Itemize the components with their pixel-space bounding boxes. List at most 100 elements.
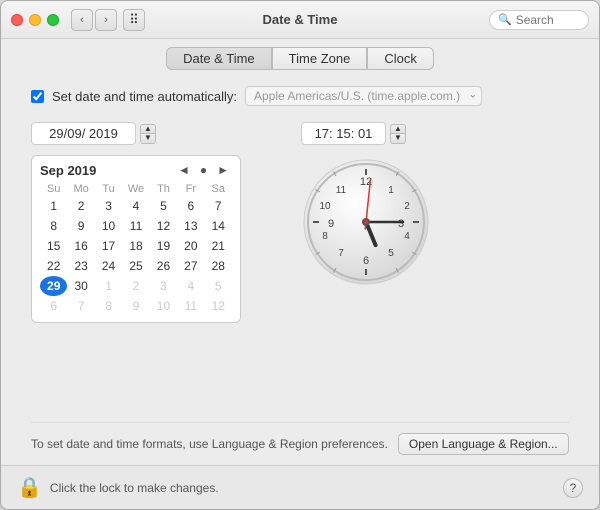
cal-header-mo: Mo — [67, 182, 94, 196]
lock-icon[interactable]: 🔒 — [17, 475, 42, 500]
footer: 🔒 Click the lock to make changes. ? — [1, 465, 599, 509]
auto-set-row: Set date and time automatically: Apple A… — [31, 86, 569, 106]
svg-text:4: 4 — [404, 231, 410, 242]
svg-text:9: 9 — [328, 218, 334, 230]
tab-clock[interactable]: Clock — [367, 47, 434, 70]
svg-text:3: 3 — [398, 218, 404, 230]
calendar-day[interactable]: 2 — [122, 276, 150, 296]
calendar-day[interactable]: 11 — [122, 216, 150, 236]
cal-header-we: We — [122, 182, 150, 196]
calendar-day[interactable]: 12 — [205, 296, 232, 316]
search-box[interactable]: 🔍 — [489, 10, 589, 30]
open-language-region-button[interactable]: Open Language & Region... — [398, 433, 569, 455]
content-area: Set date and time automatically: Apple A… — [1, 76, 599, 465]
calendar-day[interactable]: 6 — [40, 296, 67, 316]
calendar-day[interactable]: 10 — [95, 216, 122, 236]
date-field[interactable] — [31, 122, 136, 145]
maximize-button[interactable] — [47, 14, 59, 26]
bottom-section: To set date and time formats, use Langua… — [31, 422, 569, 455]
calendar-day[interactable]: 24 — [95, 256, 122, 276]
date-down-button[interactable]: ▼ — [140, 134, 156, 144]
calendar-day[interactable]: 4 — [122, 196, 150, 216]
time-up-button[interactable]: ▲ — [390, 124, 406, 134]
calendar-day[interactable]: 9 — [122, 296, 150, 316]
main-window: ‹ › ⠿ Date & Time 🔍 Date & Time Time Zon… — [0, 0, 600, 510]
svg-text:1: 1 — [388, 185, 394, 196]
time-down-button[interactable]: ▼ — [390, 134, 406, 144]
auto-set-label: Set date and time automatically: — [52, 89, 237, 104]
clock-section: ▲ ▼ — [301, 122, 431, 287]
calendar-day[interactable]: 1 — [95, 276, 122, 296]
close-button[interactable] — [11, 14, 23, 26]
calendar-day[interactable]: 21 — [205, 236, 232, 256]
calendar-day[interactable]: 14 — [205, 216, 232, 236]
calendar-prev-button[interactable]: ◄ — [175, 162, 193, 178]
server-dropdown[interactable]: Apple Americas/U.S. (time.apple.com.) — [245, 86, 482, 106]
calendar-day[interactable]: 22 — [40, 256, 67, 276]
svg-text:2: 2 — [404, 201, 410, 212]
calendar-day[interactable]: 3 — [95, 196, 122, 216]
calendar-day[interactable]: 10 — [150, 296, 177, 316]
calendar-week-row: 891011121314 — [40, 216, 232, 236]
cal-header-su: Su — [40, 182, 67, 196]
calendar-day[interactable]: 27 — [177, 256, 204, 276]
calendar-day[interactable]: 9 — [67, 216, 94, 236]
calendar-day[interactable]: 8 — [40, 216, 67, 236]
calendar-bullet: ● — [197, 162, 210, 178]
calendar-day[interactable]: 28 — [205, 256, 232, 276]
calendar-day[interactable]: 5 — [205, 276, 232, 296]
cal-header-tu: Tu — [95, 182, 122, 196]
auto-set-checkbox[interactable] — [31, 90, 44, 103]
server-dropdown-wrapper[interactable]: Apple Americas/U.S. (time.apple.com.) — [245, 86, 482, 106]
calendar-day[interactable]: 23 — [67, 256, 94, 276]
svg-text:11: 11 — [336, 185, 347, 196]
calendar-day[interactable]: 3 — [150, 276, 177, 296]
time-input-row: ▲ ▼ — [301, 122, 406, 145]
nav-buttons: ‹ › ⠿ — [71, 9, 145, 31]
calendar-week-row: 293012345 — [40, 276, 232, 296]
calendar-day[interactable]: 17 — [95, 236, 122, 256]
forward-button[interactable]: › — [95, 9, 117, 31]
calendar-day[interactable]: 16 — [67, 236, 94, 256]
calendar-day[interactable]: 25 — [122, 256, 150, 276]
calendar-day[interactable]: 7 — [67, 296, 94, 316]
calendar-day[interactable]: 2 — [67, 196, 94, 216]
search-input[interactable] — [516, 13, 586, 27]
calendar-week-row: 15161718192021 — [40, 236, 232, 256]
lock-text: Click the lock to make changes. — [50, 481, 219, 495]
cal-header-sa: Sa — [205, 182, 232, 196]
tab-time-zone[interactable]: Time Zone — [272, 47, 368, 70]
calendar-day[interactable]: 7 — [205, 196, 232, 216]
date-section: ▲ ▼ Sep 2019 ◄ ● ► — [31, 122, 241, 323]
calendar-week-row: 6789101112 — [40, 296, 232, 316]
calendar-day[interactable]: 4 — [177, 276, 204, 296]
minimize-button[interactable] — [29, 14, 41, 26]
calendar-day[interactable]: 29 — [40, 276, 67, 296]
grid-button[interactable]: ⠿ — [123, 9, 145, 31]
calendar-day[interactable]: 6 — [177, 196, 204, 216]
calendar-day[interactable]: 26 — [150, 256, 177, 276]
calendar-next-button[interactable]: ► — [214, 162, 232, 178]
calendar-day[interactable]: 12 — [150, 216, 177, 236]
time-stepper: ▲ ▼ — [390, 124, 406, 144]
date-up-button[interactable]: ▲ — [140, 124, 156, 134]
time-field[interactable] — [301, 122, 386, 145]
calendar-week-row: 22232425262728 — [40, 256, 232, 276]
calendar-day[interactable]: 19 — [150, 236, 177, 256]
calendar-day[interactable]: 5 — [150, 196, 177, 216]
svg-text:8: 8 — [322, 231, 328, 242]
calendar-day[interactable]: 30 — [67, 276, 94, 296]
calendar-day[interactable]: 18 — [122, 236, 150, 256]
calendar-day[interactable]: 20 — [177, 236, 204, 256]
calendar-day[interactable]: 15 — [40, 236, 67, 256]
back-button[interactable]: ‹ — [71, 9, 93, 31]
calendar-day[interactable]: 11 — [177, 296, 204, 316]
calendar-day[interactable]: 1 — [40, 196, 67, 216]
calendar-day[interactable]: 13 — [177, 216, 204, 236]
calendar-nav: ◄ ● ► — [175, 162, 232, 178]
titlebar: ‹ › ⠿ Date & Time 🔍 — [1, 1, 599, 39]
calendar-day[interactable]: 8 — [95, 296, 122, 316]
tab-date-time[interactable]: Date & Time — [166, 47, 272, 70]
help-button[interactable]: ? — [563, 478, 583, 498]
main-area: ▲ ▼ Sep 2019 ◄ ● ► — [31, 122, 569, 323]
